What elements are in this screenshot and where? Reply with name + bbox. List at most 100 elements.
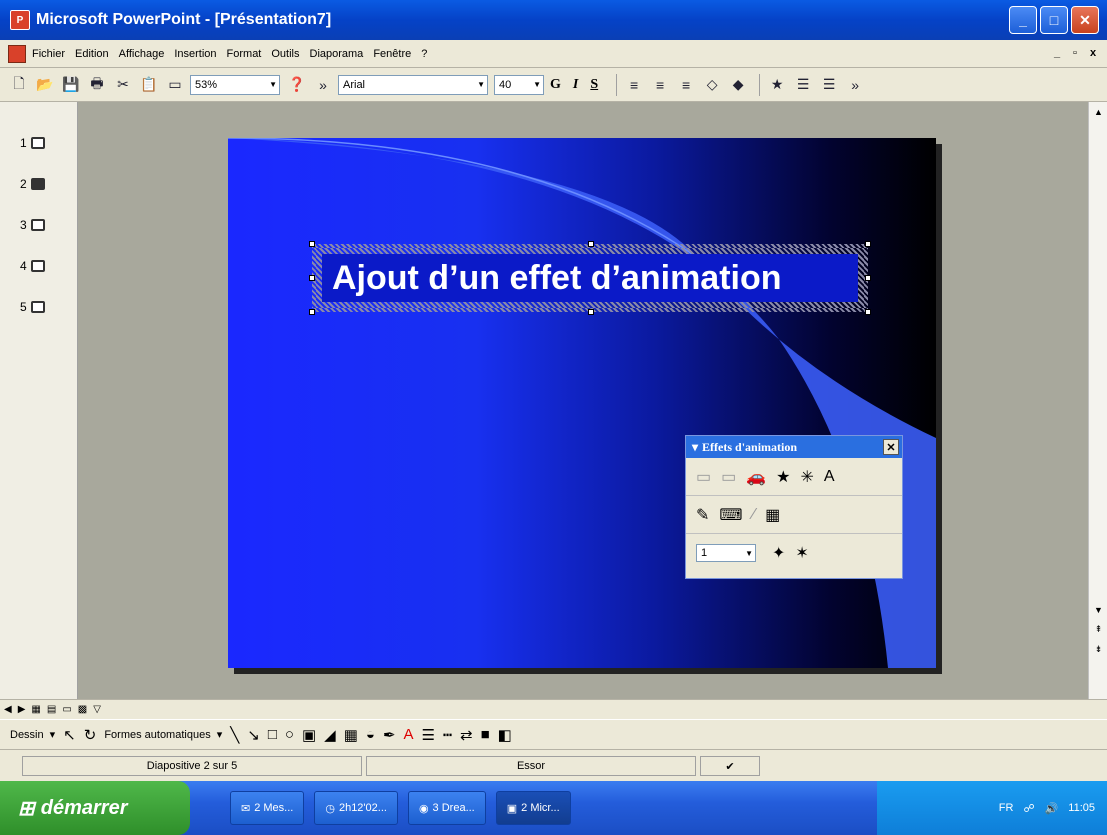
drive-in-effect-icon[interactable]: 🚗 bbox=[746, 467, 766, 487]
reverse-order-icon[interactable]: ⁄ bbox=[753, 506, 756, 524]
slideshow-icon[interactable]: ▽ bbox=[93, 704, 101, 715]
close-button[interactable]: ✕ bbox=[1071, 6, 1099, 34]
dropdown-icon[interactable]: ▾ bbox=[50, 728, 56, 741]
table-icon[interactable]: ▭ bbox=[164, 74, 186, 96]
dash-style-icon[interactable]: ┅ bbox=[443, 726, 452, 744]
document-icon[interactable] bbox=[8, 44, 26, 63]
spellcheck-icon[interactable]: ✔ bbox=[700, 756, 760, 776]
open-icon[interactable]: 📂 bbox=[34, 74, 56, 96]
animation-order-select[interactable]: 1 ▼ bbox=[696, 544, 756, 562]
scroll-up-icon[interactable]: ▲ bbox=[1091, 104, 1106, 119]
scroll-down-icon[interactable]: ▼ bbox=[1091, 602, 1106, 617]
save-icon[interactable]: 💾 bbox=[60, 74, 82, 96]
menu-edition[interactable]: Edition bbox=[75, 48, 109, 60]
resize-handle[interactable] bbox=[588, 241, 594, 247]
volume-icon[interactable]: 🔊 bbox=[1045, 802, 1059, 815]
normal-view-icon[interactable]: ▦ bbox=[31, 704, 40, 715]
language-indicator[interactable]: FR bbox=[999, 802, 1014, 814]
doc-minimize-button[interactable]: _ bbox=[1049, 44, 1065, 62]
numbering-icon[interactable]: ☰ bbox=[818, 74, 840, 96]
line-color-icon[interactable]: ✒ bbox=[383, 726, 396, 744]
menu-insertion[interactable]: Insertion bbox=[174, 48, 216, 60]
resize-handle[interactable] bbox=[309, 241, 315, 247]
align-right-icon[interactable]: ≡ bbox=[675, 74, 697, 96]
slide-thumb-1[interactable]: 1 bbox=[20, 136, 45, 150]
title-placeholder[interactable]: Ajout d’un effet d’animation bbox=[309, 241, 871, 315]
menu-outils[interactable]: Outils bbox=[271, 48, 299, 60]
animate-text-icon[interactable]: ▭ bbox=[721, 467, 736, 487]
laser-text-effect-icon[interactable]: ✎ bbox=[696, 505, 709, 525]
animation-preview-icon[interactable]: ✶ bbox=[795, 543, 808, 563]
clipart-icon[interactable]: ▦ bbox=[344, 726, 358, 744]
line-style-icon[interactable]: ☰ bbox=[422, 726, 435, 744]
resize-handle[interactable] bbox=[865, 275, 871, 281]
menu-affichage[interactable]: Affichage bbox=[119, 48, 165, 60]
resize-handle[interactable] bbox=[865, 309, 871, 315]
slide-thumb-5[interactable]: 5 bbox=[20, 300, 45, 314]
cut-icon[interactable]: ✂ bbox=[112, 74, 134, 96]
paste-icon[interactable]: 📋 bbox=[138, 74, 160, 96]
taskbar-item-powerpoint[interactable]: ▣ 2 Micr... bbox=[495, 791, 571, 825]
bullets-icon[interactable]: ☰ bbox=[792, 74, 814, 96]
next-slide-icon[interactable]: ⇟ bbox=[1091, 642, 1106, 657]
more-toolbar-icon[interactable]: » bbox=[844, 74, 866, 96]
line-icon[interactable]: ╲ bbox=[230, 726, 239, 744]
resize-handle[interactable] bbox=[309, 275, 315, 281]
minimize-button[interactable]: _ bbox=[1009, 6, 1037, 34]
select-pointer-icon[interactable]: ↖ bbox=[63, 726, 76, 744]
help-icon[interactable]: ❓ bbox=[286, 74, 308, 96]
font-color-icon[interactable]: A bbox=[404, 726, 414, 743]
scroll-right-icon[interactable]: ▶ bbox=[18, 704, 26, 715]
oval-icon[interactable]: ○ bbox=[285, 726, 294, 743]
drop-in-text-icon[interactable]: ▦ bbox=[765, 505, 780, 525]
new-icon[interactable]: 🗋 bbox=[8, 74, 30, 96]
menu-format[interactable]: Format bbox=[227, 48, 262, 60]
fill-color-icon[interactable]: ◒ bbox=[366, 726, 375, 743]
align-center-icon[interactable]: ≡ bbox=[649, 74, 671, 96]
slide-thumb-3[interactable]: 3 bbox=[20, 218, 45, 232]
print-icon[interactable]: 🖶 bbox=[86, 74, 108, 96]
rectangle-icon[interactable]: □ bbox=[268, 726, 277, 743]
start-button[interactable]: ⊞ démarrer bbox=[0, 781, 190, 835]
italic-button[interactable]: I bbox=[573, 77, 578, 93]
promote-icon[interactable]: ◇ bbox=[701, 74, 723, 96]
arrow-style-icon[interactable]: ⇄ bbox=[460, 726, 473, 744]
flash-once-icon[interactable]: A bbox=[824, 468, 835, 486]
slide-thumb-4[interactable]: 4 bbox=[20, 259, 45, 273]
more-options-icon[interactable]: » bbox=[312, 74, 334, 96]
dropdown-icon[interactable]: ▾ bbox=[217, 728, 223, 741]
menu-diaporama[interactable]: Diaporama bbox=[310, 48, 364, 60]
shadow-icon[interactable]: ■ bbox=[481, 726, 490, 743]
taskbar-item-time[interactable]: ◷ 2h12'02... bbox=[314, 791, 398, 825]
clock[interactable]: 11:05 bbox=[1068, 802, 1095, 814]
previous-slide-icon[interactable]: ⇞ bbox=[1091, 622, 1106, 637]
slide-view-icon[interactable]: ▭ bbox=[62, 704, 71, 715]
3d-icon[interactable]: ◧ bbox=[498, 726, 512, 744]
align-left-icon[interactable]: ≡ bbox=[623, 74, 645, 96]
typewriter-effect-icon[interactable]: ⌨ bbox=[719, 505, 742, 525]
demote-icon[interactable]: ◆ bbox=[727, 74, 749, 96]
camera-effect-icon[interactable]: ✳ bbox=[801, 467, 814, 487]
bold-button[interactable]: G bbox=[550, 77, 561, 93]
wordart-icon[interactable]: ◢ bbox=[324, 726, 336, 744]
slide-thumb-2[interactable]: 2 bbox=[20, 177, 45, 191]
close-icon[interactable]: ✕ bbox=[883, 439, 899, 455]
font-size-select[interactable]: 40 ▼ bbox=[494, 74, 544, 95]
autoshapes-menu[interactable]: Formes automatiques bbox=[104, 729, 210, 741]
slide-title-text[interactable]: Ajout d’un effet d’animation bbox=[332, 259, 782, 298]
arrow-icon[interactable]: ↘ bbox=[247, 726, 260, 744]
font-select[interactable]: Arial ▼ bbox=[338, 74, 488, 95]
rotate-icon[interactable]: ↻ bbox=[84, 726, 97, 744]
shadow-button[interactable]: S bbox=[590, 77, 598, 93]
draw-menu[interactable]: Dessin bbox=[10, 729, 44, 741]
animation-toolbar-title[interactable]: ▾ Effets d'animation bbox=[686, 436, 902, 458]
doc-restore-button[interactable]: ▫ bbox=[1067, 44, 1083, 62]
zoom-select[interactable]: 53% ▼ bbox=[190, 74, 280, 95]
scroll-left-icon[interactable]: ◀ bbox=[4, 704, 12, 715]
animate-title-icon[interactable]: ▭ bbox=[696, 467, 711, 487]
maximize-button[interactable]: □ bbox=[1040, 6, 1068, 34]
outline-view-icon[interactable]: ▤ bbox=[47, 704, 56, 715]
network-icon[interactable]: ☍ bbox=[1023, 802, 1034, 815]
slide-sorter-icon[interactable]: ▩ bbox=[78, 704, 87, 715]
taskbar-item-dreamweaver[interactable]: ◉ 3 Drea... bbox=[407, 791, 486, 825]
